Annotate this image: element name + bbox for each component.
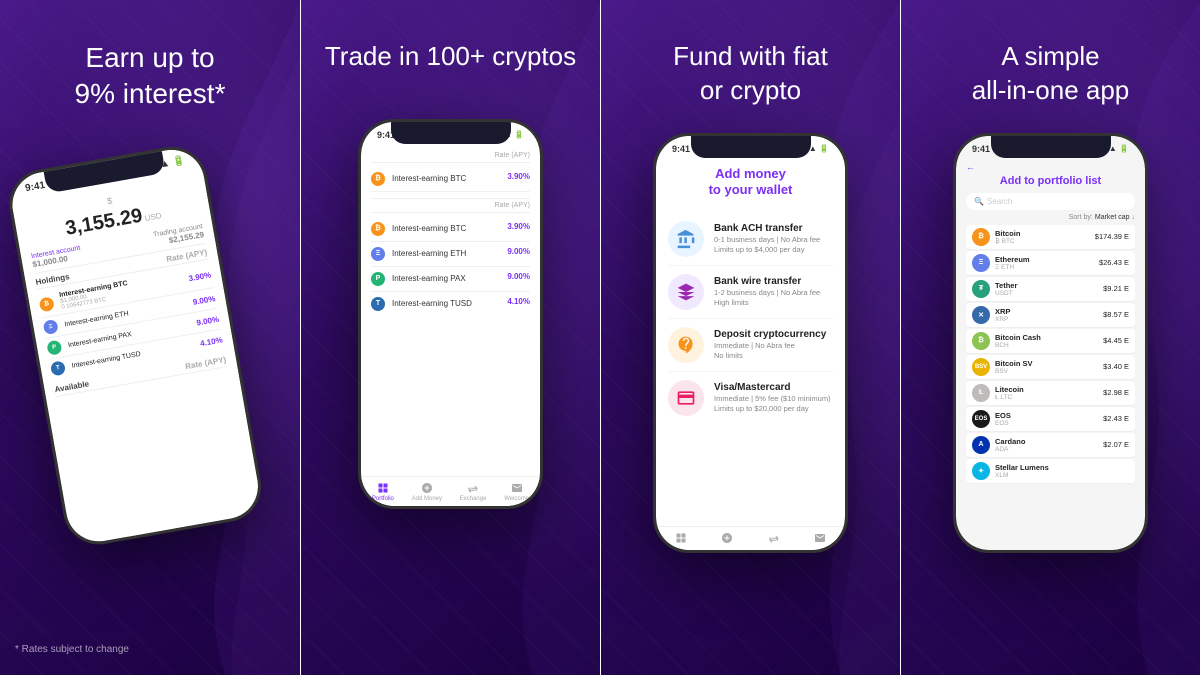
crypto-row-bsv[interactable]: BSV Bitcoin SV BSV $3.40 E (966, 355, 1135, 380)
nav3-tab4[interactable] (814, 532, 826, 546)
panel-3-headline: Fund with fiat or crypto (653, 0, 848, 128)
portfolio-search[interactable]: 🔍Search (966, 193, 1135, 210)
phone-mockup-4: 9:41 ●●● ▲ 🔋 ← Add to portfolio list 🔍Se… (953, 133, 1148, 553)
phone-mockup-1: 9:41 ●●● ▲ 🔋 $ 3,155.29 USD Interest acc… (4, 141, 267, 550)
panel-1-headline: Earn up to 9% interest* (55, 0, 246, 133)
panel-portfolio: A simple all-in-one app 9:41 ●●● ▲ 🔋 ← A… (900, 0, 1200, 675)
sort-control[interactable]: Sort by: Market cap ↓ (966, 214, 1135, 221)
wallet-option-ach[interactable]: Bank ACH transfer 0-1 business days | No… (668, 213, 833, 266)
portfolio-title: Add to portfolio list (966, 175, 1135, 187)
panel-trade: Trade in 100+ cryptos 9:41 ●●● ▲ 🔋 Rate … (300, 0, 600, 675)
phone-mockup-3: 9:41 ●●● ▲ 🔋 Add money to your wallet Ba… (653, 133, 848, 553)
nav-welcome[interactable]: Welcome (504, 482, 529, 502)
crypto-row-eos[interactable]: EOS EOS EOS $2.43 E (966, 407, 1135, 432)
crypto-row-eth[interactable]: Ξ Ethereum Ξ ETH $26.43 E (966, 251, 1135, 276)
panel-2-headline: Trade in 100+ cryptos (305, 0, 596, 94)
crypto-row-bch[interactable]: ₿ Bitcoin Cash BCH $4.45 E (966, 329, 1135, 354)
nav3-tab2[interactable] (721, 532, 733, 546)
crypto-row-usdt[interactable]: ₮ Tether USDT $9.21 E (966, 277, 1135, 302)
nav3-tab3[interactable] (768, 532, 780, 546)
nav-add-money[interactable]: Add Money (412, 482, 442, 502)
wallet-option-card[interactable]: Visa/Mastercard Immediate | 5% fee ($10 … (668, 372, 833, 424)
crypto-row-btc[interactable]: ₿ Bitcoin ₿ BTC $174.39 E (966, 225, 1135, 250)
footnote: * Rates subject to change (15, 644, 129, 655)
crypto-row-ltc[interactable]: Ł Litecoin Ł LTC $2.98 E (966, 381, 1135, 406)
panel-4-headline: A simple all-in-one app (952, 0, 1150, 128)
phone-mockup-2: 9:41 ●●● ▲ 🔋 Rate (APY) ₿ Interest-earni… (358, 119, 543, 509)
wallet-option-wire[interactable]: Bank wire transfer 1-2 business days | N… (668, 266, 833, 319)
crypto-row-ada[interactable]: A Cardano ADA $2.07 E (966, 433, 1135, 458)
crypto-row-xlm[interactable]: ✦ Stellar Lumens XLM (966, 459, 1135, 484)
panel-fund: Fund with fiat or crypto 9:41 ●●● ▲ 🔋 Ad… (600, 0, 900, 675)
nav-exchange[interactable]: Exchange (460, 482, 487, 502)
crypto-row-xrp[interactable]: ✕ XRP XRP $8.57 E (966, 303, 1135, 328)
nav-portfolio[interactable]: Portfolio (372, 482, 394, 502)
wallet-option-crypto[interactable]: Deposit cryptocurrency Immediate | No Ab… (668, 319, 833, 372)
panel-earn-interest: Earn up to 9% interest* 9:41 ●●● ▲ 🔋 $ 3… (0, 0, 300, 675)
nav3-tab1[interactable] (675, 532, 687, 546)
back-button[interactable]: ← (966, 162, 1135, 172)
